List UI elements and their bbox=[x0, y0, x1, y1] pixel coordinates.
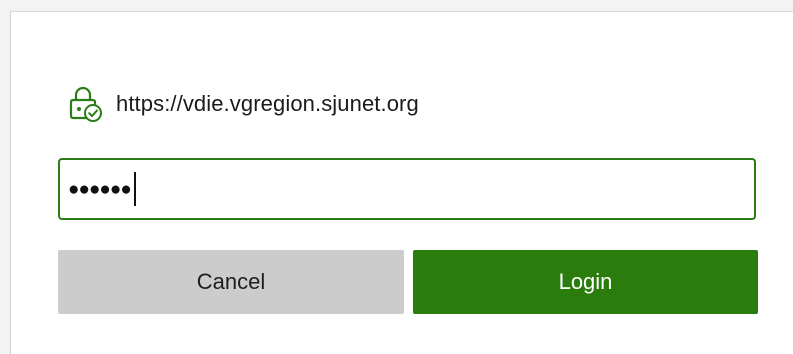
text-caret bbox=[133, 172, 136, 206]
password-masked-value: ●●●●●● bbox=[68, 178, 132, 200]
password-field[interactable]: ●●●●●● bbox=[58, 158, 756, 220]
origin-url: https://vdie.vgregion.sjunet.org bbox=[116, 91, 419, 116]
login-dialog: https://vdie.vgregion.sjunet.org ●●●●●● … bbox=[10, 11, 793, 354]
lock-check-icon bbox=[66, 84, 106, 124]
login-button[interactable]: Login bbox=[413, 250, 758, 314]
page: https://vdie.vgregion.sjunet.org ●●●●●● … bbox=[0, 0, 793, 354]
origin-row: https://vdie.vgregion.sjunet.org bbox=[66, 84, 419, 124]
cancel-button[interactable]: Cancel bbox=[58, 250, 404, 314]
